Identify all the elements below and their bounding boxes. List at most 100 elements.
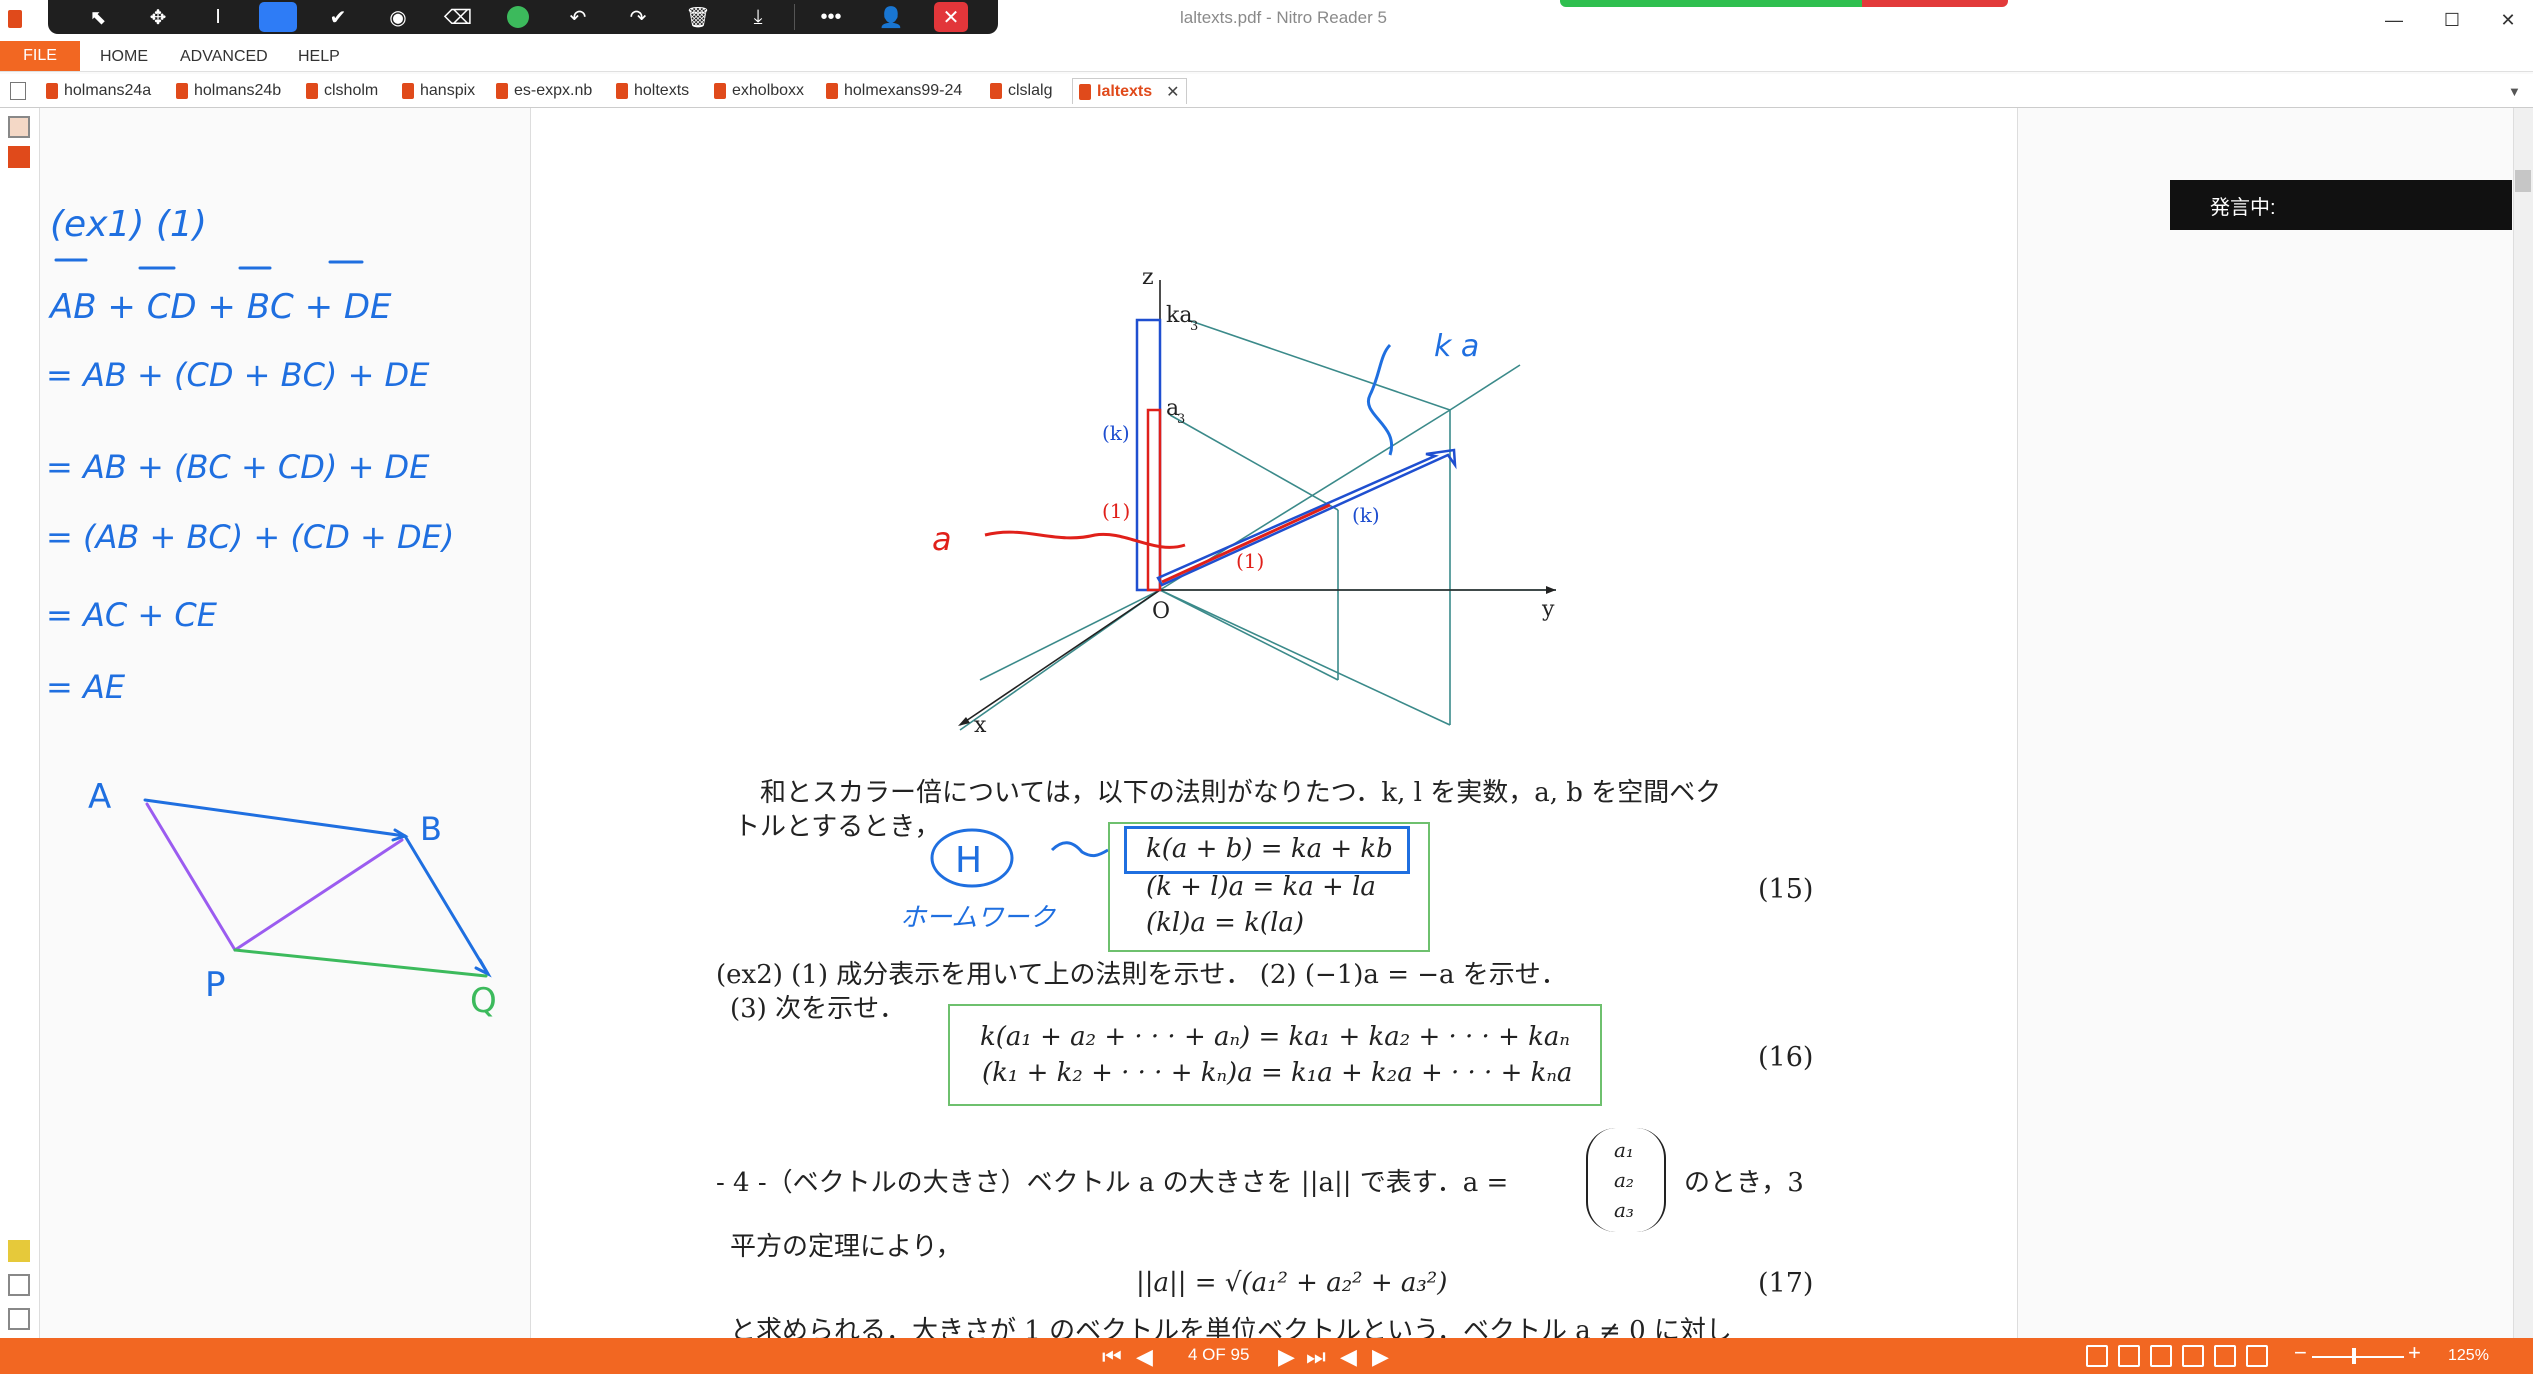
move-icon: ✥ — [149, 6, 167, 29]
previous-view-icon[interactable]: ◀ — [1340, 1344, 1357, 1370]
new-document-icon[interactable] — [10, 82, 26, 100]
pdf-icon — [496, 83, 508, 99]
bookmarks-icon[interactable] — [8, 146, 30, 168]
close-tab-icon[interactable]: ✕ — [1166, 82, 1179, 102]
pdf-icon — [714, 83, 726, 99]
check-tool-button[interactable]: ✔ — [308, 0, 368, 34]
note-line-1: (ex1) (1) — [50, 204, 207, 245]
page-indicator[interactable]: 4 OF 95 — [1188, 1345, 1249, 1365]
download-icon: ⤓ — [753, 5, 763, 28]
zoom-level[interactable]: 125% — [2448, 1347, 2489, 1365]
menu-home[interactable]: HOME — [100, 48, 148, 66]
tab-holmans24b[interactable]: holmans24b — [176, 78, 281, 104]
undo-icon: ↶ — [569, 6, 587, 29]
circle-icon: ◉ — [389, 6, 407, 29]
menu-file[interactable]: FILE — [0, 41, 80, 71]
eq16-number: (16) — [1758, 1042, 1814, 1073]
next-view-icon[interactable]: ▶ — [1372, 1344, 1389, 1370]
homework-annotation: H ホームワーク — [900, 828, 1109, 933]
tab-list-chevron-down-icon[interactable]: ▼ — [2508, 84, 2521, 99]
vector-ab — [143, 798, 407, 838]
more-button[interactable]: ••• — [801, 0, 861, 34]
tab-holtexts[interactable]: holtexts — [616, 78, 689, 104]
comments-icon[interactable] — [8, 1240, 30, 1262]
note-line-2: AB + CD + BC + DE — [48, 287, 392, 327]
note-line-6: = AC + CE — [46, 596, 218, 634]
tab-es-expx[interactable]: es-expx.nb — [496, 78, 592, 104]
rectangle-tool-button[interactable] — [248, 0, 308, 34]
tab-hanspix[interactable]: hanspix — [402, 78, 475, 104]
color-picker-button[interactable] — [488, 0, 548, 34]
tab-holmans24a[interactable]: holmans24a — [46, 78, 151, 104]
more-icon: ••• — [820, 5, 842, 28]
single-page-view-icon[interactable] — [2086, 1345, 2108, 1367]
vertical-scrollbar[interactable] — [2513, 108, 2533, 1338]
previous-page-icon[interactable]: ◀ — [1136, 1344, 1153, 1370]
menu-advanced[interactable]: ADVANCED — [180, 48, 268, 66]
pages-panel-icon[interactable] — [8, 116, 30, 138]
zoom-slider-handle[interactable] — [2352, 1348, 2356, 1364]
x-axis-dark — [959, 589, 1161, 726]
fit-page-view-icon[interactable] — [2246, 1345, 2268, 1367]
eq15-line1: k(a + b) = ka + kb — [1146, 834, 1393, 864]
one-label-right: (1) — [1236, 549, 1264, 573]
zoom-slider-track[interactable] — [2312, 1356, 2404, 1358]
eraser-tool-button[interactable]: ⌫ — [428, 0, 488, 34]
select-tool-button[interactable]: ⬉ — [68, 0, 128, 34]
x-axis-label: x — [974, 713, 987, 738]
vector-a2: a₂ — [1614, 1168, 1634, 1192]
output-icon[interactable] — [8, 1308, 30, 1330]
y-arrow-icon — [1546, 586, 1556, 594]
pdf-icon — [306, 83, 318, 99]
continuous-view-icon[interactable] — [2118, 1345, 2140, 1367]
check-icon: ✔ — [329, 6, 347, 29]
last-page-icon[interactable]: ⏭ — [1306, 1344, 1326, 1370]
delete-button[interactable]: 🗑 — [668, 0, 728, 34]
close-window-button[interactable]: ✕ — [2484, 4, 2532, 36]
trash-icon: 🗑 — [685, 6, 711, 29]
facing-continuous-view-icon[interactable] — [2182, 1345, 2204, 1367]
save-button[interactable]: ⤓ — [728, 0, 788, 34]
ex2-line1: (ex2) (1) 成分表示を用いて上の法則を示せ． (2) (−1)a = −… — [716, 960, 1567, 990]
attachments-icon[interactable] — [8, 1274, 30, 1296]
minimize-button[interactable]: — — [2370, 4, 2418, 36]
handwritten-ka-label: k a — [1434, 329, 1479, 364]
move-tool-button[interactable]: ✥ — [128, 0, 188, 34]
zoom-out-button[interactable]: − — [2294, 1340, 2307, 1366]
vector-pq — [233, 948, 488, 978]
first-page-icon[interactable]: ⏮ — [1102, 1344, 1122, 1370]
tab-clsholm[interactable]: clsholm — [306, 78, 378, 104]
zoom-in-button[interactable]: + — [2408, 1340, 2421, 1366]
redo-button[interactable]: ↷ — [608, 0, 668, 34]
fit-width-view-icon[interactable] — [2214, 1345, 2236, 1367]
handwriting-notes: (ex1) (1) AB + CD + BC + DE = AB + (CD +… — [46, 204, 497, 1021]
vector-pa — [145, 802, 237, 952]
undo-button[interactable]: ↶ — [548, 0, 608, 34]
highlighter-tool-button[interactable]: ◉ — [368, 0, 428, 34]
note-line-3: = AB + (CD + BC) + DE — [46, 356, 430, 394]
tab-laltexts[interactable]: laltexts ✕ — [1072, 78, 1187, 104]
scrollbar-thumb[interactable] — [2515, 170, 2531, 192]
next-page-icon[interactable]: ▶ — [1278, 1344, 1295, 1370]
base-diag — [1159, 589, 1451, 726]
vector-a1: a₁ — [1614, 1138, 1634, 1162]
sec4-line1: - 4 -（ベクトルの大きさ）ベクトル a の大きさを ||a|| で表す．a … — [716, 1168, 1509, 1198]
app-logo-icon — [8, 10, 22, 28]
close-toolbar-button[interactable]: ✕ — [921, 0, 981, 34]
text-tool-button[interactable]: I — [188, 0, 248, 34]
ribbon-menu — [0, 40, 2533, 72]
k-label-left: (k) — [1102, 421, 1130, 445]
handwritten-homework: ホームワーク — [900, 903, 1056, 933]
user-settings-button[interactable]: 👤 — [861, 0, 921, 34]
tab-exholboxx[interactable]: exholboxx — [714, 78, 804, 104]
annotation-toolbar: ⬉ ✥ I ✔ ◉ ⌫ ↶ ↷ 🗑 ⤓ ••• 👤 ✕ — [48, 0, 998, 34]
maximize-button[interactable]: ☐ — [2428, 4, 2476, 36]
pdf-icon — [990, 83, 1002, 99]
facing-view-icon[interactable] — [2150, 1345, 2172, 1367]
eraser-icon: ⌫ — [443, 6, 473, 29]
sec4-line2: 平方の定理により， — [730, 1232, 962, 1262]
tab-clslalg[interactable]: clslalg — [990, 78, 1052, 104]
tab-holmexans99-24[interactable]: holmexans99-24 — [826, 78, 962, 104]
menu-help[interactable]: HELP — [298, 48, 340, 66]
redo-icon: ↷ — [629, 6, 647, 29]
